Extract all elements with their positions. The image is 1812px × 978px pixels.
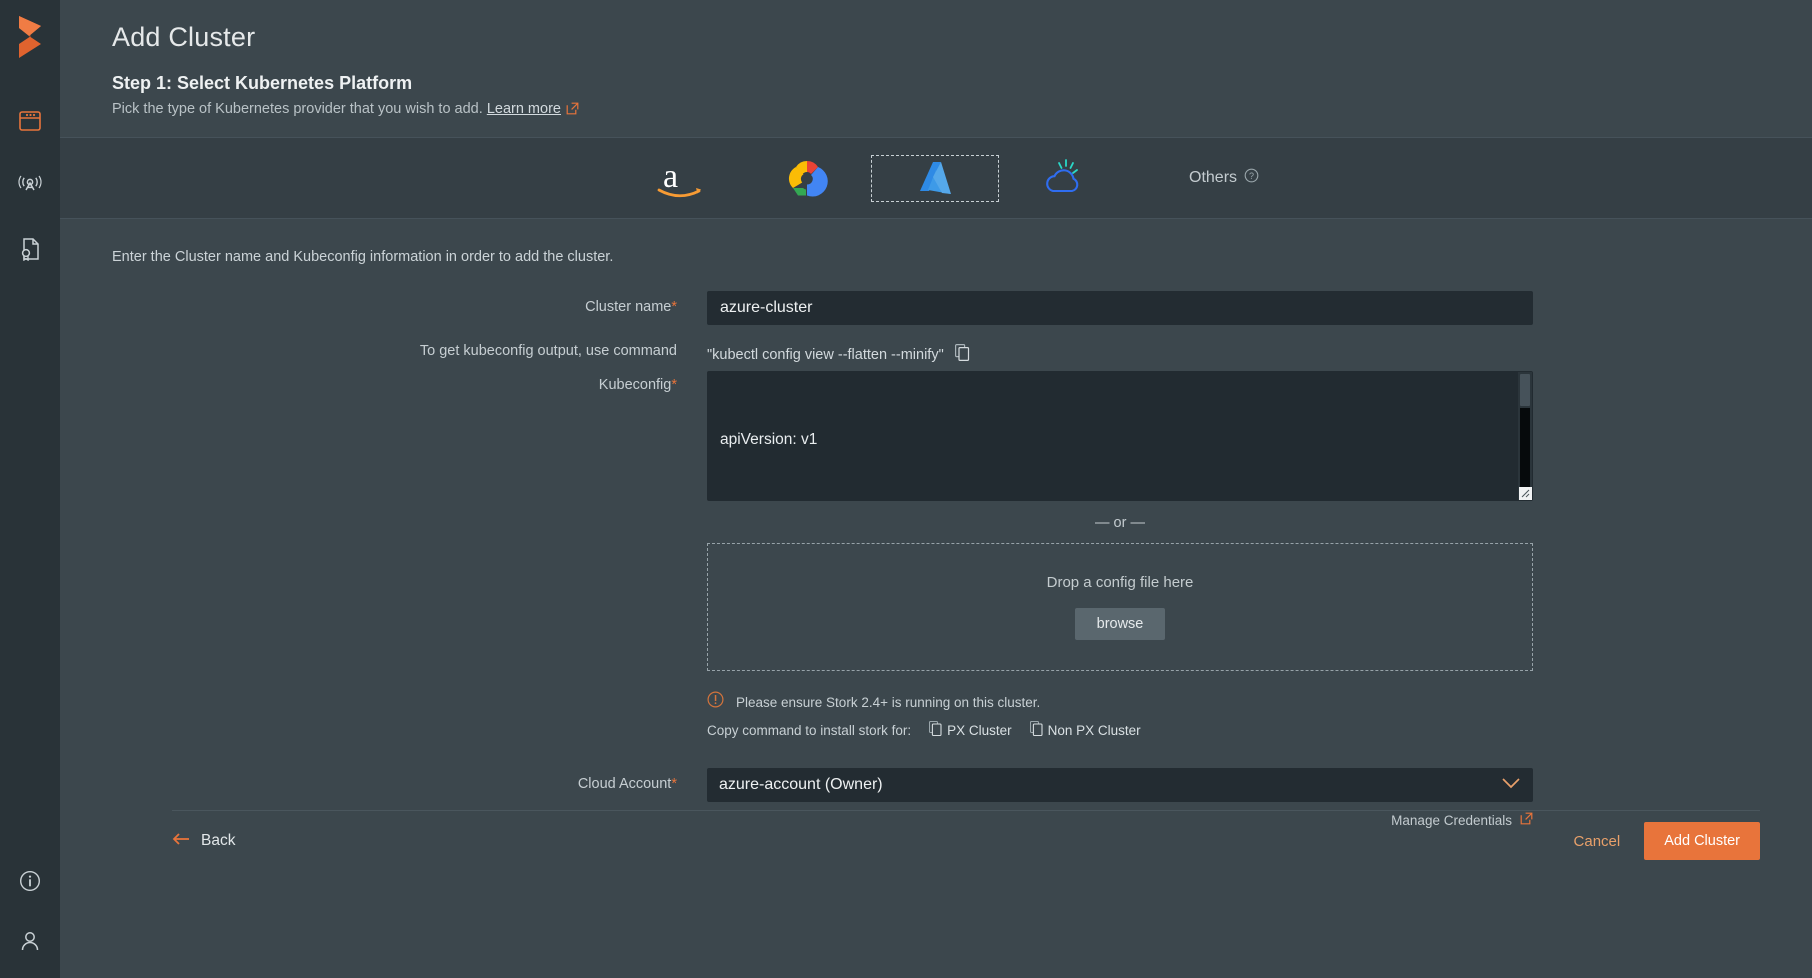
sidebar-item-clusters[interactable] [13, 104, 47, 138]
provider-list: a [615, 155, 1259, 202]
back-label: Back [201, 832, 235, 850]
copy-command-icon[interactable] [955, 344, 970, 365]
footer-right-actions: Cancel Add Cluster [1574, 822, 1760, 860]
learn-more-link[interactable]: Learn more [487, 101, 561, 117]
scrollbar-thumb[interactable] [1520, 374, 1530, 406]
cloud-account-value: azure-account (Owner) [719, 776, 883, 794]
external-link-icon[interactable] [566, 102, 579, 119]
browse-button[interactable]: browse [1075, 608, 1166, 640]
kubeconfig-label-text: Kubeconfig [599, 377, 672, 393]
px-cluster-label: PX Cluster [947, 723, 1012, 738]
provider-selector: a [60, 137, 1812, 219]
copy-icon [929, 721, 942, 739]
arrow-left-icon [172, 832, 190, 851]
step-title: Step 1: Select Kubernetes Platform [112, 73, 1760, 94]
provider-option-aws[interactable]: a [615, 155, 743, 202]
kubeconfig-scrollbar[interactable] [1518, 372, 1532, 500]
scrollbar-track[interactable] [1520, 408, 1530, 496]
stork-warning-row: Please ensure Stork 2.4+ is running on t… [707, 691, 1533, 713]
form-section: Enter the Cluster name and Kubeconfig in… [60, 249, 1812, 828]
chevron-down-icon[interactable] [1501, 776, 1521, 794]
kubeconfig-row: Kubeconfig* apiVersion: v1 clusters: - c… [112, 371, 1760, 739]
kubeconfig-command-label: To get kubeconfig output, use command [112, 338, 707, 359]
form-intro-text: Enter the Cluster name and Kubeconfig in… [112, 249, 1760, 265]
step-subtitle: Pick the type of Kubernetes provider tha… [112, 101, 1760, 119]
warning-info-icon [707, 691, 724, 713]
main-content: Add Cluster Step 1: Select Kubernetes Pl… [60, 0, 1812, 978]
cloud-account-select[interactable]: azure-account (Owner) [707, 768, 1533, 802]
kubeconfig-command-value-wrap: "kubectl config view --flatten --minify" [707, 338, 1533, 365]
or-separator: — or — [707, 515, 1533, 531]
copy-px-cluster-command[interactable]: PX Cluster [929, 721, 1012, 739]
sidebar-nav [13, 104, 47, 266]
provider-option-gcp[interactable] [743, 155, 871, 202]
sidebar-bottom-nav [13, 864, 47, 958]
provider-option-ibm[interactable] [999, 155, 1127, 202]
provider-option-azure[interactable] [871, 155, 999, 202]
stork-copy-row: Copy command to install stork for: PX Cl… [707, 721, 1533, 739]
stork-copy-label: Copy command to install stork for: [707, 723, 911, 738]
stork-warning-text: Please ensure Stork 2.4+ is running on t… [736, 695, 1040, 710]
textarea-resize-handle[interactable] [1519, 487, 1532, 500]
non-px-cluster-label: Non PX Cluster [1048, 723, 1141, 738]
ibm-cloud-icon [1039, 157, 1087, 199]
required-asterisk: * [671, 377, 677, 393]
amazon-aws-icon: a [653, 157, 705, 199]
cloud-account-label-text: Cloud Account [578, 776, 672, 792]
svg-text:?: ? [1249, 171, 1254, 181]
info-icon[interactable] [13, 864, 47, 898]
required-asterisk: * [671, 776, 677, 792]
step-subtitle-text: Pick the type of Kubernetes provider tha… [112, 101, 483, 117]
cloud-account-label: Cloud Account* [112, 768, 707, 792]
others-label: Others [1189, 169, 1237, 187]
kubeconfig-line: clusters: [720, 500, 1510, 501]
kubeconfig-textarea[interactable]: apiVersion: v1 clusters: - cluster: cert… [707, 371, 1533, 501]
page-title: Add Cluster [112, 22, 1760, 53]
cluster-name-input[interactable] [707, 291, 1533, 325]
kubeconfig-line: apiVersion: v1 [720, 428, 1510, 452]
footer-actions: Back Cancel Add Cluster [172, 811, 1760, 871]
portworx-logo[interactable] [13, 14, 47, 60]
microsoft-azure-icon [913, 157, 957, 199]
cluster-name-row: Cluster name* [112, 291, 1760, 325]
cancel-button[interactable]: Cancel [1574, 833, 1621, 850]
kubeconfig-command-value: "kubectl config view --flatten --minify" [707, 347, 944, 363]
required-asterisk: * [671, 299, 677, 315]
cluster-name-label: Cluster name* [112, 291, 707, 315]
back-button[interactable]: Back [172, 832, 235, 851]
add-cluster-button[interactable]: Add Cluster [1644, 822, 1760, 860]
cluster-name-label-text: Cluster name [585, 299, 671, 315]
google-cloud-icon [785, 157, 829, 199]
sidebar-item-broadcast-antenna[interactable] [13, 168, 47, 202]
dropzone-text: Drop a config file here [1047, 574, 1194, 591]
user-account-icon[interactable] [13, 924, 47, 958]
svg-text:a: a [663, 158, 678, 195]
copy-icon [1030, 721, 1043, 739]
left-sidebar [0, 0, 60, 978]
kubeconfig-label: Kubeconfig* [112, 371, 707, 393]
config-file-dropzone[interactable]: Drop a config file here browse [707, 543, 1533, 671]
kubeconfig-textarea-wrap: apiVersion: v1 clusters: - cluster: cert… [707, 371, 1533, 501]
sidebar-item-license-certificate[interactable] [13, 232, 47, 266]
help-question-icon[interactable]: ? [1244, 168, 1259, 188]
page-header: Add Cluster Step 1: Select Kubernetes Pl… [60, 22, 1812, 119]
kubeconfig-command-row: To get kubeconfig output, use command "k… [112, 338, 1760, 365]
provider-option-others[interactable]: Others ? [1189, 168, 1259, 188]
copy-non-px-cluster-command[interactable]: Non PX Cluster [1030, 721, 1141, 739]
